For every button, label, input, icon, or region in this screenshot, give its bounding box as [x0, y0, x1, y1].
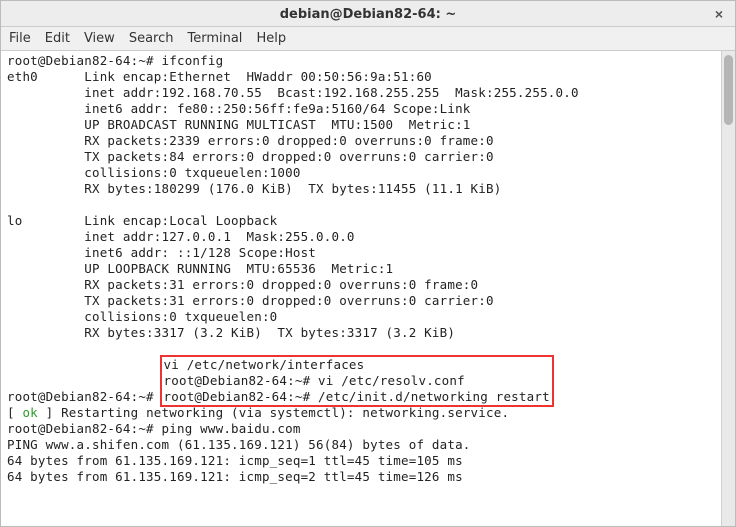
term-line: inet addr:127.0.0.1 Mask:255.0.0.0	[7, 229, 355, 244]
menu-help[interactable]: Help	[256, 31, 286, 46]
window-title: debian@Debian82-64: ~	[280, 7, 457, 22]
terminal-area: root@Debian82-64:~# ifconfig eth0 Link e…	[1, 51, 735, 526]
menu-file[interactable]: File	[9, 31, 31, 46]
terminal-output[interactable]: root@Debian82-64:~# ifconfig eth0 Link e…	[1, 51, 721, 526]
scrollbar-thumb[interactable]	[724, 55, 733, 125]
term-prompt: root@Debian82-64:~#	[7, 389, 162, 404]
term-cmd: vi /etc/network/interfaces	[164, 357, 365, 372]
term-line: inet6 addr: fe80::250:56ff:fe9a:5160/64 …	[7, 101, 471, 116]
term-line: ] Restarting networking (via systemctl):…	[38, 405, 509, 420]
term-line: collisions:0 txqueuelen:0	[7, 309, 277, 324]
titlebar: debian@Debian82-64: ~ ×	[1, 1, 735, 27]
term-line: RX bytes:3317 (3.2 KiB) TX bytes:3317 (3…	[7, 325, 455, 340]
terminal-window: debian@Debian82-64: ~ × File Edit View S…	[0, 0, 736, 527]
close-icon[interactable]: ×	[715, 7, 723, 21]
scrollbar[interactable]	[721, 51, 735, 526]
term-line: TX packets:31 errors:0 dropped:0 overrun…	[7, 293, 494, 308]
term-line: 64 bytes from 61.135.169.121: icmp_seq=2…	[7, 469, 463, 484]
term-line: UP LOOPBACK RUNNING MTU:65536 Metric:1	[7, 261, 393, 276]
term-line: RX packets:31 errors:0 dropped:0 overrun…	[7, 277, 478, 292]
term-cmd: /etc/init.d/networking restart	[318, 389, 550, 404]
term-line: RX packets:2339 errors:0 dropped:0 overr…	[7, 133, 494, 148]
term-line: lo Link encap:Local Loopback	[7, 213, 277, 228]
term-line: PING www.a.shifen.com (61.135.169.121) 5…	[7, 437, 471, 452]
menu-terminal[interactable]: Terminal	[187, 31, 242, 46]
menu-view[interactable]: View	[84, 31, 115, 46]
term-line: RX bytes:180299 (176.0 KiB) TX bytes:114…	[7, 181, 501, 196]
term-line: inet6 addr: ::1/128 Scope:Host	[7, 245, 316, 260]
term-prompt: root@Debian82-64:~#	[164, 373, 319, 388]
term-prompt: root@Debian82-64:~#	[164, 389, 319, 404]
term-line: root@Debian82-64:~# ping www.baidu.com	[7, 421, 301, 436]
highlighted-command: vi /etc/network/interfaces root@Debian82…	[162, 357, 552, 405]
term-line: eth0 Link encap:Ethernet HWaddr 00:50:56…	[7, 69, 432, 84]
term-cmd: vi /etc/resolv.conf	[318, 373, 465, 388]
term-line: 64 bytes from 61.135.169.121: icmp_seq=1…	[7, 453, 463, 468]
status-ok: ok	[22, 405, 37, 420]
term-line: [	[7, 405, 22, 420]
term-line: collisions:0 txqueuelen:1000	[7, 165, 301, 180]
term-line: TX packets:84 errors:0 dropped:0 overrun…	[7, 149, 494, 164]
term-line: root@Debian82-64:~# ifconfig	[7, 53, 223, 68]
term-line: UP BROADCAST RUNNING MULTICAST MTU:1500 …	[7, 117, 471, 132]
menu-search[interactable]: Search	[129, 31, 174, 46]
menubar: File Edit View Search Terminal Help	[1, 27, 735, 51]
menu-edit[interactable]: Edit	[45, 31, 70, 46]
term-line: inet addr:192.168.70.55 Bcast:192.168.25…	[7, 85, 579, 100]
